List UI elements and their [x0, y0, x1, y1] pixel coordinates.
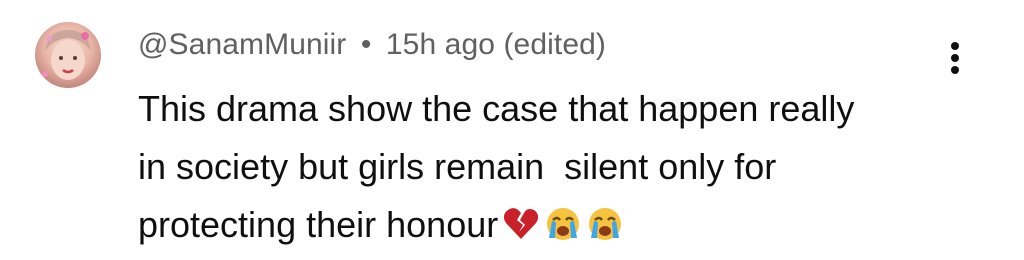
comment-text: This drama show the case that happen rea… — [138, 80, 958, 254]
more-dot — [951, 42, 959, 50]
more-options-icon[interactable] — [935, 38, 975, 78]
timestamp[interactable]: 15h ago — [386, 28, 495, 61]
avatar-image — [42, 30, 91, 80]
loudly-crying-face-icon — [544, 202, 582, 240]
comment-line-1: This drama show the case that happen rea… — [138, 88, 855, 129]
comment-line-3: protecting their honour — [138, 196, 958, 254]
edited-label: (edited) — [503, 28, 606, 61]
avatar[interactable] — [35, 22, 101, 88]
comment-meta: @SanamMuniir • 15h ago (edited) — [138, 28, 606, 62]
comment-line-3-text: protecting their honour — [138, 204, 499, 245]
loudly-crying-face-icon — [586, 202, 624, 240]
comment-line-2: in society but girls remain silent only … — [138, 146, 777, 187]
separator-dot: • — [360, 28, 372, 61]
broken-heart-icon — [502, 202, 540, 240]
more-dot — [951, 54, 959, 62]
comment-item: @SanamMuniir • 15h ago (edited) This dra… — [0, 0, 1024, 258]
author-handle[interactable]: @SanamMuniir — [138, 28, 346, 61]
more-dot — [951, 66, 959, 74]
